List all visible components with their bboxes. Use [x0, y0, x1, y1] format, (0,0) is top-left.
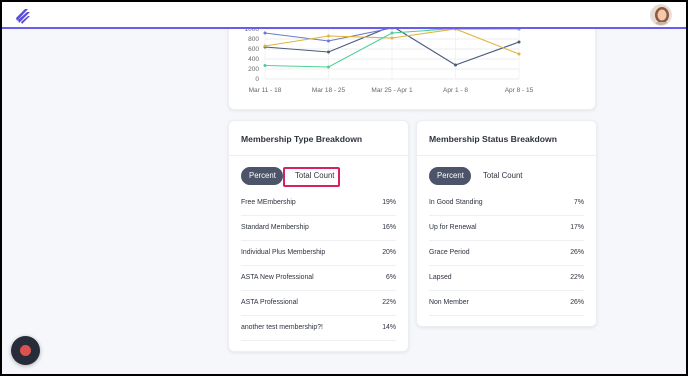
x-tick-label: Apr 8 - 15: [505, 87, 534, 94]
data-point: [263, 31, 267, 35]
data-point: [327, 39, 330, 43]
data-point: [390, 31, 394, 35]
breakdown-row: Grace Period 26%: [429, 241, 584, 266]
total-count-toggle[interactable]: Total Count: [475, 167, 530, 185]
row-value: 26%: [570, 249, 584, 256]
breakdown-row: ASTA New Professional 6%: [241, 266, 396, 291]
data-point: [454, 63, 457, 67]
record-icon: [20, 345, 31, 356]
row-value: 22%: [570, 274, 584, 281]
percent-toggle[interactable]: Percent: [429, 167, 471, 185]
user-avatar[interactable]: [650, 4, 672, 26]
x-tick-label: Apr 1 - 8: [443, 87, 468, 94]
row-value: 20%: [382, 249, 396, 256]
membership-status-title: Membership Status Breakdown: [429, 134, 557, 144]
app-logo-icon[interactable]: [13, 6, 33, 26]
data-point: [327, 50, 330, 54]
membership-type-title: Membership Type Breakdown: [241, 134, 363, 144]
row-value: 17%: [570, 224, 584, 231]
row-value: 22%: [382, 299, 396, 306]
app-frame: 0 200 400 600 800 1000 Mar 11 - 18 Mar 18 - 25 M…: [2, 2, 686, 374]
divider: [417, 155, 596, 156]
row-label: Non Member: [429, 299, 469, 306]
row-label: ASTA Professional: [241, 299, 298, 306]
x-tick-label: Mar 18 - 25: [312, 87, 346, 94]
top-bar: [2, 2, 686, 29]
breakdown-row: another test membership?! 14%: [241, 316, 396, 341]
row-value: 19%: [382, 199, 396, 206]
x-tick-label: Mar 11 - 18: [249, 87, 282, 94]
breakdown-row: Lapsed 22%: [429, 266, 584, 291]
breakdown-row: Standard Membership 16%: [241, 216, 396, 241]
row-label: ASTA New Professional: [241, 274, 314, 281]
divider: [229, 155, 408, 156]
row-label: Free MEmbership: [241, 199, 296, 206]
y-tick-label: 600: [248, 46, 259, 53]
y-tick-label: 800: [248, 36, 259, 43]
x-tick-label: Mar 25 - Apr 1: [371, 87, 413, 94]
breakdown-row: Individual Plus Membership 20%: [241, 241, 396, 266]
data-point: [263, 44, 267, 48]
data-point: [517, 52, 521, 56]
y-tick-label: 0: [255, 76, 259, 83]
record-button[interactable]: [11, 336, 40, 365]
data-point: [390, 36, 394, 40]
row-label: Individual Plus Membership: [241, 249, 326, 256]
breakdown-row: Free MEmbership 19%: [241, 191, 396, 216]
row-label: Lapsed: [429, 274, 452, 281]
breakdown-row: Non Member 26%: [429, 291, 584, 316]
row-label: In Good Standing: [429, 199, 483, 206]
row-value: 7%: [574, 199, 584, 206]
row-value: 16%: [382, 224, 396, 231]
y-tick-label: 400: [248, 56, 259, 63]
row-label: Grace Period: [429, 249, 470, 256]
row-label: Up for Renewal: [429, 224, 477, 231]
row-value: 26%: [570, 299, 584, 306]
percent-toggle[interactable]: Percent: [241, 167, 283, 185]
data-point: [263, 64, 267, 67]
data-point: [517, 40, 521, 44]
total-count-toggle[interactable]: Total Count: [287, 167, 342, 185]
membership-status-card: Membership Status Breakdown Percent Tota…: [416, 120, 597, 327]
y-tick-label: 200: [248, 66, 259, 73]
data-point: [327, 34, 330, 38]
row-label: another test membership?!: [241, 324, 323, 331]
membership-type-card: Membership Type Breakdown Percent Total …: [228, 120, 409, 352]
breakdown-row: Up for Renewal 17%: [429, 216, 584, 241]
row-label: Standard Membership: [241, 224, 309, 231]
breakdown-row: In Good Standing 7%: [429, 191, 584, 216]
row-value: 6%: [386, 274, 396, 281]
data-point: [327, 65, 330, 69]
breakdown-row: ASTA Professional 22%: [241, 291, 396, 316]
row-value: 14%: [382, 324, 396, 331]
